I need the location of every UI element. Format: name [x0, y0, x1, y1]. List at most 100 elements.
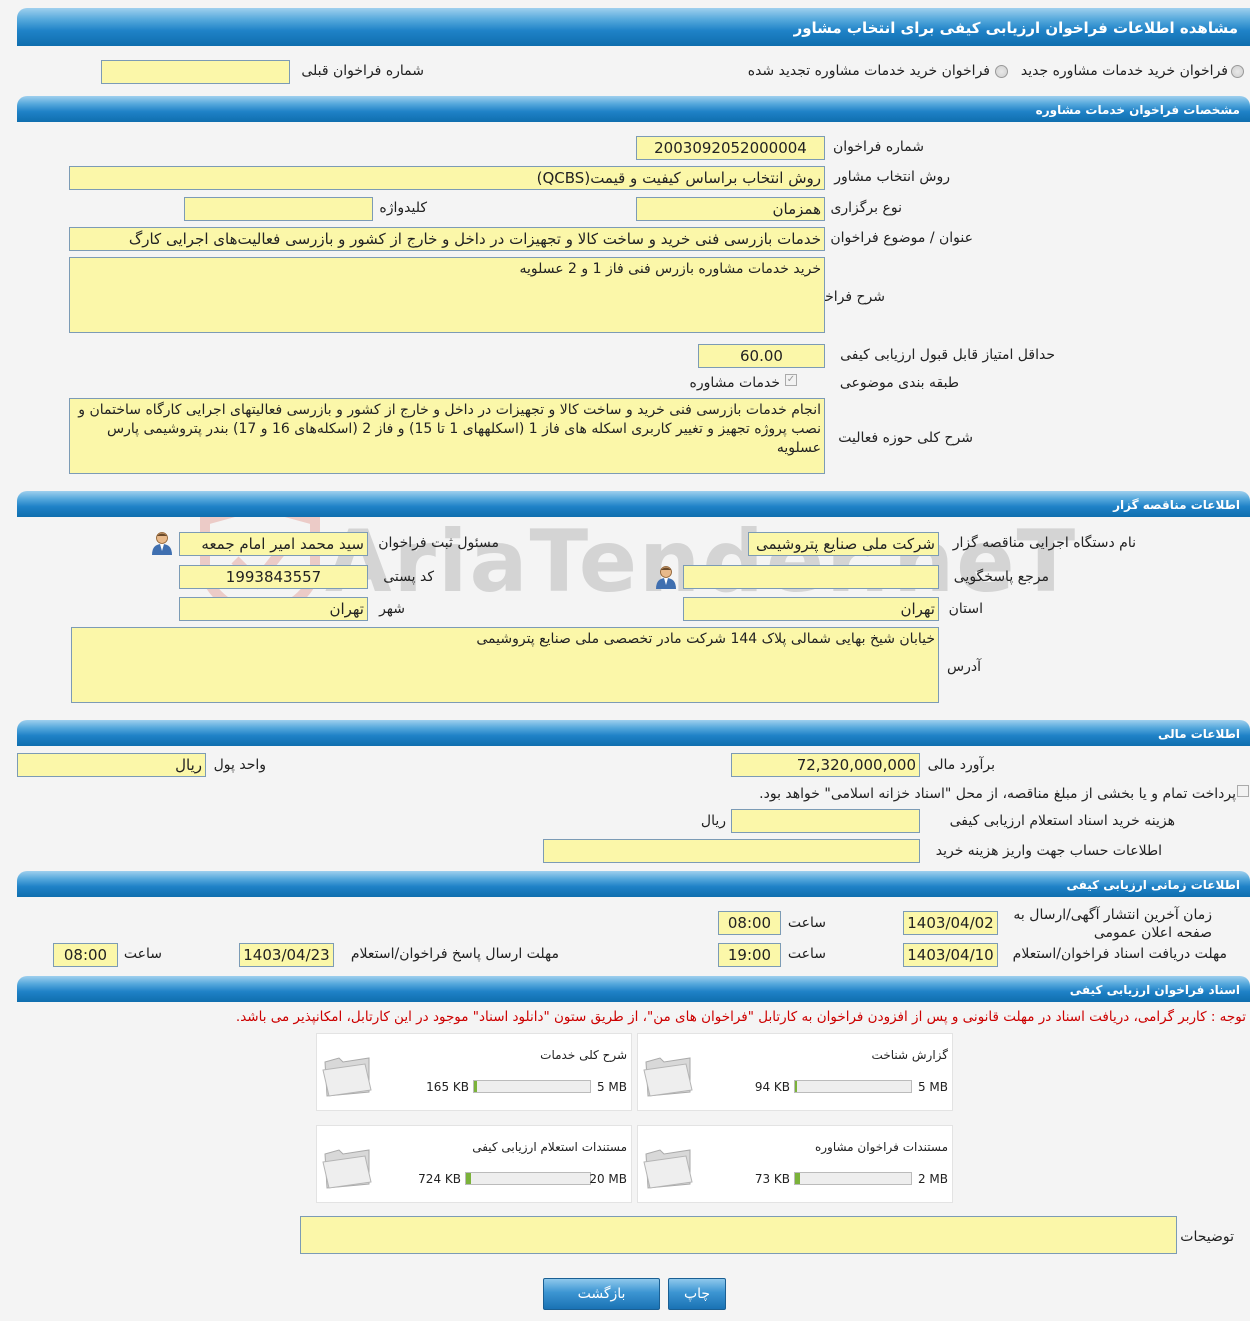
reference-field[interactable]	[683, 565, 939, 589]
estimate-field[interactable]: 72,320,000,000	[731, 753, 920, 777]
address-field[interactable]: خیابان شیخ بهایی شمالی پلاک 144 شرکت ماد…	[71, 627, 939, 703]
folder-icon	[643, 1057, 693, 1097]
min-score-label: حداقل امتیاز قابل قبول ارزیابی کیفی	[840, 347, 1055, 363]
file-size-fill	[466, 1173, 471, 1184]
radio-new-label: فراخوان خرید خدمات مشاوره جدید	[1020, 63, 1228, 79]
province-label: استان	[948, 601, 983, 617]
min-score-field[interactable]: 60.00	[698, 344, 825, 368]
reply-date-field[interactable]: 1403/04/23	[239, 943, 334, 967]
registrar-label: مسئول ثبت فراخوان	[378, 535, 499, 551]
section-documents-title: اسناد فراخوان ارزیابی کیفی	[1069, 983, 1240, 997]
file-size: 724 KB	[418, 1172, 461, 1186]
file-size-bar	[473, 1080, 591, 1093]
registrar-field[interactable]: سید محمد امیر امام جمعه	[179, 532, 368, 556]
registrar-person-icon[interactable]	[151, 531, 173, 555]
notes-label: توضیحات	[1180, 1229, 1234, 1245]
city-label: شهر	[379, 601, 405, 617]
keyword-label: کلیدواژه	[379, 200, 427, 216]
type-field[interactable]: همزمان	[636, 197, 825, 221]
doc-cost-unit: ریال	[700, 813, 726, 829]
doc-cost-field[interactable]	[731, 809, 920, 833]
currency-field[interactable]: ریال	[17, 753, 206, 777]
section-spec-header: مشخصات فراخوان خدمات مشاوره	[17, 96, 1250, 122]
file-title: شرح کلی خدمات	[540, 1048, 627, 1062]
page-header: مشاهده اطلاعات فراخوان ارزیابی کیفی برای…	[17, 8, 1250, 46]
province-field[interactable]: تهران	[683, 597, 939, 621]
file-size-bar	[794, 1080, 912, 1093]
account-field[interactable]	[543, 839, 920, 863]
section-timing-title: اطلاعات زمانی ارزیابی کیفی	[1066, 878, 1240, 892]
publish-time-field[interactable]: 08:00	[718, 911, 781, 935]
receive-time-field[interactable]: 19:00	[718, 943, 781, 967]
radio-renewed-label: فراخوان خرید خدمات مشاوره تجدید شده	[747, 63, 990, 79]
folder-icon	[322, 1057, 372, 1097]
type-label: نوع برگزاری	[830, 200, 902, 216]
file-size: 165 KB	[426, 1080, 469, 1094]
file-card[interactable]: مستندات استعلام ارزیابی کیفی 20 MB 724 K…	[316, 1125, 632, 1203]
reply-time-field[interactable]: 08:00	[53, 943, 118, 967]
file-size-fill	[795, 1173, 800, 1184]
file-card[interactable]: گزارش شناخت 5 MB 94 KB	[637, 1033, 953, 1111]
postal-label: کد پستی	[383, 569, 434, 585]
subject-field[interactable]: خدمات بازرسی فنی خرید و ساخت کالا و تجهی…	[69, 227, 825, 251]
section-spec-title: مشخصات فراخوان خدمات مشاوره	[1035, 103, 1240, 117]
section-timing-header: اطلاعات زمانی ارزیابی کیفی	[17, 871, 1250, 897]
reply-time-label: ساعت	[123, 946, 162, 962]
documents-note: توجه : کاربر گرامی، دریافت اسناد در مهلت…	[235, 1009, 1246, 1025]
radio-new-call[interactable]	[1231, 65, 1244, 78]
page-title: مشاهده اطلاعات فراخوان ارزیابی کیفی برای…	[793, 19, 1238, 37]
file-title: مستندات استعلام ارزیابی کیفی	[472, 1140, 627, 1154]
radio-renewed-call[interactable]	[995, 65, 1008, 78]
category-label: طبقه بندی موضوعی	[839, 375, 959, 391]
section-financial-header: اطلاعات مالی	[17, 720, 1250, 746]
number-field[interactable]: 2003092052000004	[636, 136, 825, 160]
section-documents-header: اسناد فراخوان ارزیابی کیفی	[17, 976, 1250, 1002]
file-max-size: 5 MB	[596, 1080, 627, 1094]
method-label: روش انتخاب مشاور	[834, 169, 950, 185]
number-label: شماره فراخوان	[833, 139, 924, 155]
file-max-size: 5 MB	[917, 1080, 948, 1094]
file-size-fill	[474, 1081, 478, 1092]
back-button[interactable]: بازگشت	[543, 1278, 660, 1310]
city-field[interactable]: تهران	[179, 597, 368, 621]
section-financial-title: اطلاعات مالی	[1157, 727, 1240, 741]
desc-field[interactable]: خرید خدمات مشاوره بازرس فنی فاز 1 و 2 عس…	[69, 257, 825, 333]
category-value: خدمات مشاوره	[689, 375, 780, 391]
print-button[interactable]: چاپ	[668, 1278, 726, 1310]
section-tenderer-header: اطلاعات مناقصه گزار	[17, 491, 1250, 517]
notes-field[interactable]	[300, 1216, 1177, 1254]
prev-number-field[interactable]	[101, 60, 290, 84]
estimate-label: برآورد مالی	[927, 757, 995, 773]
file-max-size: 20 MB	[589, 1172, 627, 1186]
keyword-field[interactable]	[184, 197, 373, 221]
file-title: مستندات فراخوان مشاوره	[814, 1140, 948, 1154]
file-size: 73 KB	[754, 1172, 790, 1186]
treasury-text: پرداخت تمام و یا بخشی از مبلغ مناقصه، از…	[759, 786, 1236, 802]
treasury-checkbox[interactable]	[1237, 785, 1249, 797]
file-title: گزارش شناخت	[871, 1048, 948, 1062]
section-tenderer-title: اطلاعات مناقصه گزار	[1113, 498, 1240, 512]
scope-label: شرح کلی حوزه فعالیت	[838, 430, 973, 446]
file-card[interactable]: شرح کلی خدمات 5 MB 165 KB	[316, 1033, 632, 1111]
publish-date-field[interactable]: 1403/04/02	[903, 911, 998, 935]
scope-field[interactable]: انجام خدمات بازرسی فنی خرید و ساخت کالا …	[69, 398, 825, 474]
method-field[interactable]: روش انتخاب براساس کیفیت و قیمت(QCBS)	[69, 166, 825, 190]
file-size-bar	[794, 1172, 912, 1185]
category-checkbox[interactable]: ✓	[785, 374, 797, 386]
folder-icon	[322, 1149, 372, 1189]
address-label: آدرس	[947, 659, 981, 675]
file-size: 94 KB	[754, 1080, 790, 1094]
publish-time-label: ساعت	[787, 915, 826, 931]
reply-label: مهلت ارسال پاسخ فراخوان/استعلام	[350, 946, 559, 962]
receive-date-field[interactable]: 1403/04/10	[903, 943, 998, 967]
org-label: نام دستگاه اجرایی مناقصه گزار	[952, 535, 1136, 551]
account-label: اطلاعات حساب جهت واریز هزینه خرید	[935, 843, 1162, 859]
publish-label: زمان آخرین انتشار آگهی/ارسال به صفحه اعل…	[1013, 907, 1212, 941]
file-max-size: 2 MB	[917, 1172, 948, 1186]
file-card[interactable]: مستندات فراخوان مشاوره 2 MB 73 KB	[637, 1125, 953, 1203]
postal-field[interactable]: 1993843557	[179, 565, 368, 589]
receive-label: مهلت دریافت اسناد فراخوان/استعلام	[1012, 946, 1227, 962]
folder-icon	[643, 1149, 693, 1189]
reference-person-icon[interactable]	[655, 565, 677, 589]
org-field[interactable]: شرکت ملی صنایع پتروشیمی	[748, 532, 939, 556]
